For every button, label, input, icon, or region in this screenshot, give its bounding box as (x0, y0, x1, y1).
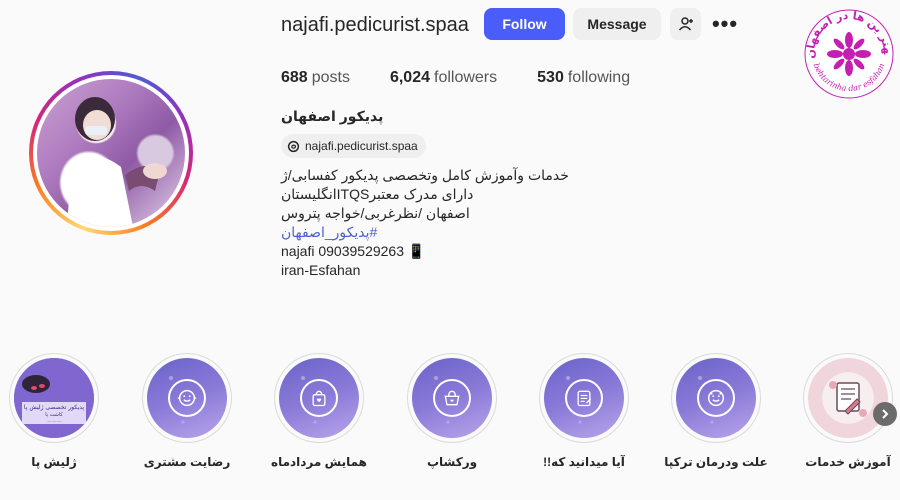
handbag-icon (444, 390, 460, 406)
posts-label: posts (311, 69, 350, 86)
bio-line: اصفهان /نظرغربی/خواجه پتروس (281, 205, 470, 221)
bio-line: دارای مدرک معتبرITQSانگلیستان (281, 186, 474, 202)
highlight-cover (279, 358, 359, 438)
following-label: following (567, 69, 631, 86)
highlight-item[interactable]: علت ودرمان ترکپا (656, 353, 776, 469)
highlight-label: ورکشاپ (426, 455, 478, 469)
following-count: 530 (537, 69, 564, 86)
highlight-icon-ring (565, 379, 603, 417)
profile-avatar-ring[interactable] (29, 71, 193, 235)
highlight-ring (671, 353, 761, 443)
bio-line: خدمات وآموزش کامل وتخصصی پدیکور کفسابی/ژ (281, 167, 569, 183)
highlight-ring (142, 353, 232, 443)
highlight-ring (803, 353, 893, 443)
highlight-label: آموزش خدمات (805, 455, 891, 469)
threads-badge[interactable]: najafi.pedicurist.spaa (281, 134, 426, 158)
highlight-ring: پدیکور تخصصی ژلیش پا کاشت پا ...........… (9, 353, 99, 443)
highlight-icon-ring (300, 379, 338, 417)
message-button[interactable]: Message (573, 8, 661, 40)
nail-art-photo: پدیکور تخصصی ژلیش پا کاشت پا ...........… (14, 358, 94, 438)
avatar-frame (33, 75, 189, 231)
threads-handle: najafi.pedicurist.spaa (305, 139, 418, 153)
highlight-label: علت ودرمان ترکپا (664, 455, 768, 469)
brand-logo: بهتر ین ها در اصفهان behtarinha dar esfa… (798, 2, 894, 99)
highlight-ring (539, 353, 629, 443)
face-icon (707, 389, 725, 407)
notepad-icon (577, 390, 592, 407)
highlight-label: رضایت مشتری (143, 455, 231, 469)
followers-count: 6,024 (389, 69, 430, 86)
avatar-photo (67, 97, 167, 227)
highlight-cover: پدیکور تخصصی ژلیش پا کاشت پا ...........… (14, 358, 94, 438)
highlight-icon-ring (697, 379, 735, 417)
avatar[interactable] (37, 79, 185, 227)
highlight-cover (808, 358, 888, 438)
highlight-item[interactable]: پدیکور تخصصی ژلیش پا کاشت پا ...........… (0, 353, 114, 469)
bio-hashtag-link[interactable]: #پدیکور_اصفهان (281, 223, 601, 242)
svg-text:پدیکور تخصصی ژلیش پا: پدیکور تخصصی ژلیش پا (24, 404, 84, 411)
profile-stats: 688 posts 6,024 followers 530 following (281, 69, 630, 87)
followers-stat[interactable]: 6,024 followers (390, 69, 497, 87)
highlight-cover (147, 358, 227, 438)
svg-text:............: ............ (46, 418, 61, 423)
highlight-cover (412, 358, 492, 438)
highlight-label: ژلیش پا (31, 455, 77, 469)
highlight-icon-ring (433, 379, 471, 417)
face-icon (177, 389, 197, 407)
bio-phone: najafi 09039529263 📱 (281, 243, 426, 259)
more-options-button[interactable]: ••• (708, 8, 742, 40)
highlight-ring (274, 353, 364, 443)
profile-full-name: پدیکور اصفهان (281, 108, 384, 124)
highlight-label: همایش مردادماه (270, 455, 368, 469)
highlight-label: آیا میدانید که!! (543, 455, 625, 469)
bio-location: iran-Esfahan (281, 262, 361, 278)
add-user-icon (678, 17, 693, 31)
suggested-users-button[interactable] (670, 8, 701, 40)
profile-username: najafi.pedicurist.spaa (281, 14, 469, 36)
highlight-cover (544, 358, 624, 438)
chevron-right-icon (882, 409, 889, 419)
highlight-item[interactable]: آیا میدانید که!! (524, 353, 644, 469)
shopping-bag-icon (312, 390, 326, 407)
story-highlights: پدیکور تخصصی ژلیش پا کاشت پا ...........… (0, 353, 900, 483)
highlight-item[interactable]: همایش مردادماه (259, 353, 379, 469)
posts-stat: 688 posts (281, 69, 350, 87)
pedicure-tools-icon (829, 381, 867, 417)
highlight-cover (676, 358, 756, 438)
threads-icon (287, 140, 300, 152)
following-stat[interactable]: 530 following (537, 69, 630, 87)
posts-count: 688 (281, 69, 308, 86)
highlight-item[interactable]: رضایت مشتری (127, 353, 247, 469)
profile-bio: خدمات وآموزش کامل وتخصصی پدیکور کفسابی/ژ… (281, 166, 601, 280)
highlights-next-button[interactable] (873, 402, 897, 426)
highlight-ring (407, 353, 497, 443)
highlight-icon-ring (168, 379, 206, 417)
followers-label: followers (434, 69, 498, 86)
highlight-item[interactable]: ورکشاپ (392, 353, 512, 469)
follow-button[interactable]: Follow (484, 8, 565, 40)
